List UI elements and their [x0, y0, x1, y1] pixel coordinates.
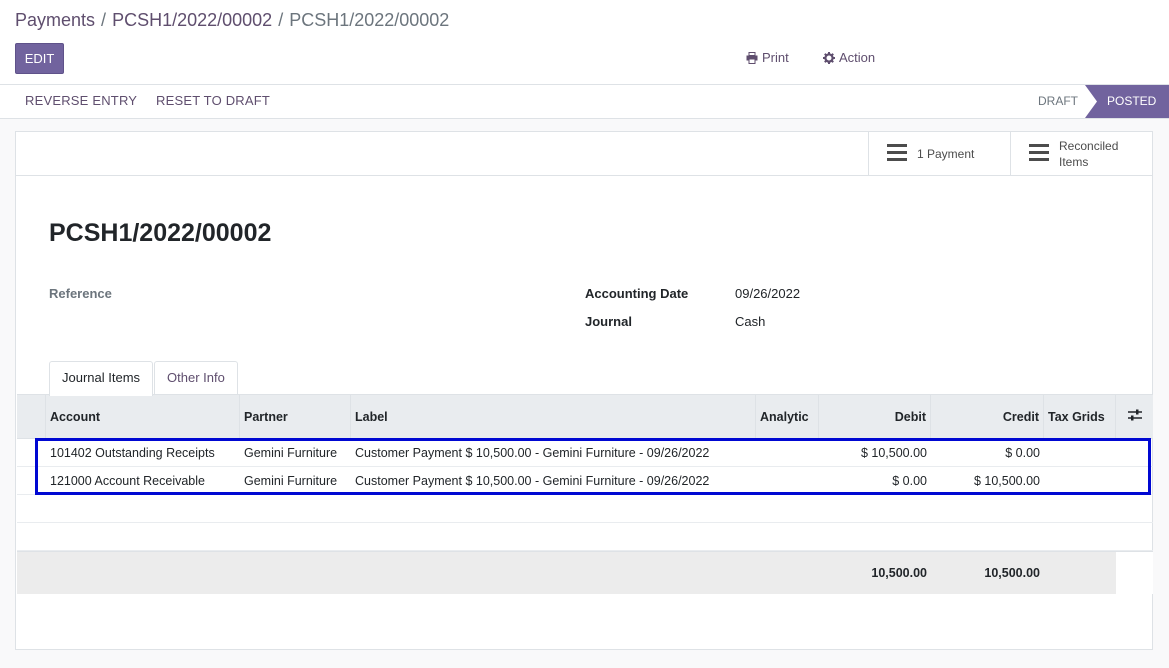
accounting-date-label: Accounting Date [585, 286, 689, 301]
cell-account: 121000 Account Receivable [50, 473, 205, 488]
empty-row [17, 523, 1153, 551]
breadcrumb-separator: / [278, 10, 284, 30]
journal-label: Journal [585, 314, 632, 329]
cell-credit: $ 10,500.00 [973, 473, 1040, 488]
statusbar: REVERSE ENTRY RESET TO DRAFT DRAFT POSTE… [0, 85, 1169, 119]
cell-partner: Gemini Furniture [244, 445, 338, 460]
edit-button[interactable]: EDIT [15, 43, 64, 74]
empty-row [17, 495, 1153, 523]
column-header-label[interactable]: Label [351, 395, 756, 438]
total-credit: 10,500.00 [984, 566, 1040, 580]
breadcrumb: Payments / PCSH1/2022/00002/PCSH1/2022/000… [15, 10, 449, 31]
table-footer-totals: 10,500.00 10,500.00 [17, 551, 1153, 594]
column-header-partner[interactable]: Partner [240, 395, 351, 438]
cell-tax-grids [1044, 439, 1116, 466]
list-icon [887, 144, 907, 164]
reconciled-items-label: Reconciled Items [1059, 138, 1118, 170]
breadcrumb-current: PCSH1/2022/00002 [289, 10, 450, 30]
breadcrumb-separator: / [101, 10, 107, 30]
cell-debit: $ 10,500.00 [860, 445, 927, 460]
button-box: 1 Payment Reconciled Items [16, 132, 1152, 176]
reconciled-items-line2: Items [1059, 155, 1089, 169]
cell-credit: $ 0.00 [1005, 445, 1040, 460]
footer-spacer [1116, 552, 1153, 594]
cell-analytic [756, 439, 819, 466]
column-header-credit[interactable]: Credit [931, 395, 1044, 438]
handle-column-header [17, 395, 46, 438]
cell-label: Customer Payment $ 10,500.00 - Gemini Fu… [355, 473, 710, 488]
reconciled-items-smart-button[interactable]: Reconciled Items [1010, 132, 1152, 176]
status-posted: POSTED [1085, 85, 1169, 118]
optional-columns-toggle[interactable] [1116, 395, 1153, 438]
action-label: Action [839, 50, 876, 65]
control-panel: Payments / PCSH1/2022/00002/PCSH1/2022/000… [0, 0, 1169, 85]
tab-journal-items[interactable]: Journal Items [49, 361, 154, 396]
record-title: PCSH1/2022/00002 [49, 219, 272, 247]
form-sheet: 1 Payment Reconciled Items PCSH1/2022/00… [15, 131, 1153, 650]
tab-other-info[interactable]: Other Info [154, 361, 238, 395]
column-header-analytic[interactable]: Analytic [756, 395, 819, 438]
table-row[interactable]: 121000 Account Receivable Gemini Furnitu… [17, 467, 1153, 495]
journal-items-table: Account Partner Label Analytic Debit Cre… [17, 394, 1153, 594]
sliders-icon [1127, 409, 1142, 424]
print-icon [746, 51, 758, 64]
table-header: Account Partner Label Analytic Debit Cre… [17, 395, 1153, 439]
reset-to-draft-button[interactable]: RESET TO DRAFT [156, 93, 270, 108]
breadcrumb-payment-record[interactable]: PCSH1/2022/00002 [112, 10, 272, 30]
total-debit: 10,500.00 [871, 566, 927, 580]
notebook-tabs: Journal Items Other Info [49, 361, 239, 396]
payment-count-label: 1 Payment [917, 147, 975, 161]
cell-debit: $ 0.00 [892, 473, 927, 488]
reconciled-items-line1: Reconciled [1059, 139, 1119, 153]
print-label: Print [762, 50, 789, 65]
cell-tax-grids [1044, 467, 1116, 494]
column-header-debit[interactable]: Debit [819, 395, 931, 438]
reference-label: Reference [49, 286, 112, 301]
reverse-entry-button[interactable]: REVERSE ENTRY [25, 93, 137, 108]
cell-label: Customer Payment $ 10,500.00 - Gemini Fu… [355, 445, 710, 460]
gear-icon [823, 51, 835, 64]
cell-account: 101402 Outstanding Receipts [50, 445, 215, 460]
breadcrumb-payments[interactable]: Payments [15, 10, 95, 30]
action-button[interactable]: Action [823, 50, 875, 65]
status-draft: DRAFT [1038, 94, 1078, 108]
cell-analytic [756, 467, 819, 494]
journal-value: Cash [735, 314, 766, 329]
print-button[interactable]: Print [746, 50, 789, 65]
column-header-account[interactable]: Account [46, 395, 240, 438]
cell-partner: Gemini Furniture [244, 473, 338, 488]
payment-smart-button[interactable]: 1 Payment [868, 132, 1010, 176]
table-row[interactable]: 101402 Outstanding Receipts Gemini Furni… [17, 439, 1153, 467]
column-header-tax-grids[interactable]: Tax Grids [1044, 395, 1116, 438]
accounting-date-value: 09/26/2022 [735, 286, 801, 301]
list-icon [1029, 144, 1049, 164]
